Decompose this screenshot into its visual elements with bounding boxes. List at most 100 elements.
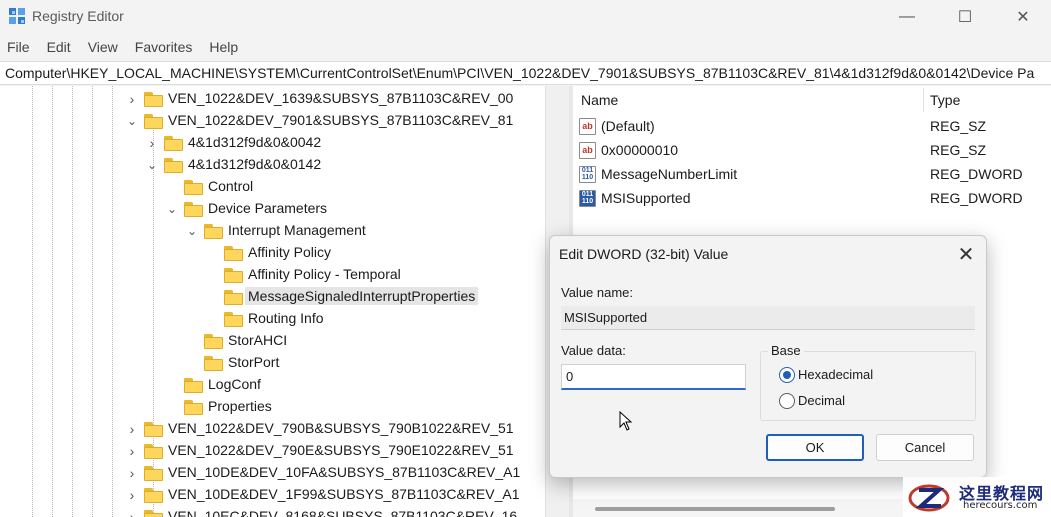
menu-file[interactable]: File [7, 39, 30, 55]
decimal-label[interactable]: Decimal [798, 393, 845, 408]
dialog-title: Edit DWORD (32-bit) Value [559, 246, 729, 262]
tree-item[interactable]: › VEN_1022&DEV_1639&SUBSYS_87B1103C&REV_0… [0, 88, 545, 110]
tree-item[interactable]: ⌄ 4&1d312f9d&0&0142 [0, 154, 545, 176]
chevron-down-icon[interactable]: ⌄ [146, 158, 158, 172]
value-name: (Default) [601, 118, 655, 134]
tree-item[interactable]: StorAHCI [0, 330, 545, 352]
tree-item-label: Routing Info [248, 310, 324, 326]
tree-item[interactable]: ⌄ VEN_1022&DEV_7901&SUBSYS_87B1103C&REV_8… [0, 110, 545, 132]
tree-item-label: Affinity Policy [248, 244, 331, 260]
column-header-type[interactable]: Type [930, 86, 960, 114]
tree-item[interactable]: ⌄ Interrupt Management [0, 220, 545, 242]
column-header-name[interactable]: Name [581, 86, 618, 114]
tree-item-label: VEN_1022&DEV_1639&SUBSYS_87B1103C&REV_00 [168, 90, 514, 106]
chevron-right-icon[interactable]: › [126, 487, 138, 503]
tree-item-label: 4&1d312f9d&0&0042 [188, 134, 322, 150]
key-tree-pane[interactable]: › VEN_1022&DEV_1639&SUBSYS_87B1103C&REV_0… [0, 86, 545, 517]
value-name-field: MSISupported [561, 306, 975, 330]
watermark: 这里教程网 herecours.com [903, 477, 1051, 517]
tree-item-label: Interrupt Management [228, 222, 366, 238]
tree-item[interactable]: Properties [0, 396, 545, 418]
close-window-button[interactable]: ✕ [994, 0, 1051, 33]
tree-item-label: VEN_10EC&DEV_8168&SUBSYS_87B1103C&REV_16 [168, 508, 518, 517]
column-separator[interactable] [923, 88, 924, 112]
value-data-label: Value data: [561, 343, 626, 358]
folder-icon [224, 246, 243, 261]
tree-item[interactable]: › VEN_1022&DEV_790B&SUBSYS_790B1022&REV_5… [0, 418, 545, 440]
folder-icon [204, 224, 223, 239]
tree-item-label: Affinity Policy - Temporal [248, 266, 401, 282]
tree-item[interactable]: Affinity Policy [0, 242, 545, 264]
value-type: REG_SZ [930, 118, 987, 134]
value-row[interactable]: 011 110 MessageNumberLimit REG_DWORD [573, 162, 1051, 186]
tree-item[interactable]: › VEN_10EC&DEV_8168&SUBSYS_87B1103C&REV_1… [0, 506, 545, 517]
tree-item-selected[interactable]: MessageSignaledInterruptProperties [0, 286, 545, 308]
chevron-right-icon[interactable]: › [126, 443, 138, 459]
tree-item[interactable]: › VEN_1022&DEV_790E&SUBSYS_790E1022&REV_5… [0, 440, 545, 462]
tree-item-label: VEN_10DE&DEV_10FA&SUBSYS_87B1103C&REV_A1 [168, 464, 521, 480]
tree-item[interactable]: Affinity Policy - Temporal [0, 264, 545, 286]
base-label: Base [768, 343, 804, 358]
folder-icon [164, 136, 183, 151]
minimize-button[interactable]: — [878, 0, 936, 33]
folder-icon [144, 114, 163, 129]
value-name: MSISupported [601, 190, 691, 206]
dword-value-icon: 011 110 [579, 189, 596, 207]
folder-icon [184, 400, 203, 415]
chevron-down-icon[interactable]: ⌄ [186, 224, 198, 238]
tree-item[interactable]: › VEN_10DE&DEV_10FA&SUBSYS_87B1103C&REV_A… [0, 462, 545, 484]
ok-button[interactable]: OK [766, 434, 864, 461]
value-row-selected[interactable]: 011 110 MSISupported REG_DWORD [573, 186, 1051, 210]
address-bar[interactable]: Computer\HKEY_LOCAL_MACHINE\SYSTEM\Curre… [0, 61, 1051, 85]
tree-item-label: 4&1d312f9d&0&0142 [188, 156, 322, 172]
tree-item-label: VEN_10DE&DEV_1F99&SUBSYS_87B1103C&REV_A1 [168, 486, 520, 502]
folder-icon [184, 180, 203, 195]
menu-favorites[interactable]: Favorites [135, 39, 193, 55]
chevron-right-icon[interactable]: › [126, 465, 138, 481]
menu-view[interactable]: View [88, 39, 118, 55]
folder-icon [144, 510, 163, 517]
menu-help[interactable]: Help [209, 39, 238, 55]
maximize-button[interactable]: ☐ [936, 0, 994, 33]
cancel-button[interactable]: Cancel [876, 434, 974, 461]
folder-icon [144, 488, 163, 503]
edit-dword-dialog: Edit DWORD (32-bit) Value ✕ Value name: … [549, 235, 987, 478]
scrollbar-thumb[interactable] [595, 507, 835, 511]
chevron-right-icon[interactable]: › [126, 91, 138, 107]
watermark-url: herecours.com [963, 500, 1038, 511]
title-bar: Registry Editor — ☐ ✕ [0, 0, 1051, 33]
tree-item[interactable]: ⌄ Device Parameters [0, 198, 545, 220]
folder-icon [204, 356, 223, 371]
hexadecimal-label[interactable]: Hexadecimal [798, 367, 873, 382]
tree-item-label: Properties [208, 398, 272, 414]
tree-item-label: Device Parameters [208, 200, 328, 216]
tree-item[interactable]: Routing Info [0, 308, 545, 330]
tree-item-label: StorPort [228, 354, 280, 370]
dialog-close-button[interactable]: ✕ [950, 240, 982, 268]
folder-icon [144, 422, 163, 437]
value-name-label: Value name: [561, 285, 634, 300]
decimal-radio[interactable] [779, 393, 795, 409]
chevron-right-icon[interactable]: › [126, 421, 138, 437]
chevron-down-icon[interactable]: ⌄ [126, 114, 138, 128]
base-group [760, 351, 976, 421]
tree-item-label: VEN_1022&DEV_790E&SUBSYS_790E1022&REV_51 [168, 442, 514, 458]
chevron-right-icon[interactable]: › [146, 135, 158, 151]
chevron-right-icon[interactable]: › [126, 509, 138, 517]
tree-item[interactable]: Control [0, 176, 545, 198]
watermark-logo-icon [908, 484, 950, 512]
menu-edit[interactable]: Edit [47, 39, 71, 55]
value-row[interactable]: ab (Default) REG_SZ [573, 114, 1051, 138]
tree-item[interactable]: LogConf [0, 374, 545, 396]
chevron-down-icon[interactable]: ⌄ [166, 202, 178, 216]
tree-item[interactable]: › 4&1d312f9d&0&0042 [0, 132, 545, 154]
string-value-icon: ab [579, 141, 596, 159]
value-row[interactable]: ab 0x00000010 REG_SZ [573, 138, 1051, 162]
folder-icon [144, 444, 163, 459]
value-data-input[interactable] [561, 364, 746, 390]
tree-item[interactable]: StorPort [0, 352, 545, 374]
tree-item-label: LogConf [208, 376, 261, 392]
value-name: 0x00000010 [601, 142, 679, 158]
tree-item[interactable]: › VEN_10DE&DEV_1F99&SUBSYS_87B1103C&REV_A… [0, 484, 545, 506]
hexadecimal-radio[interactable] [779, 367, 795, 383]
